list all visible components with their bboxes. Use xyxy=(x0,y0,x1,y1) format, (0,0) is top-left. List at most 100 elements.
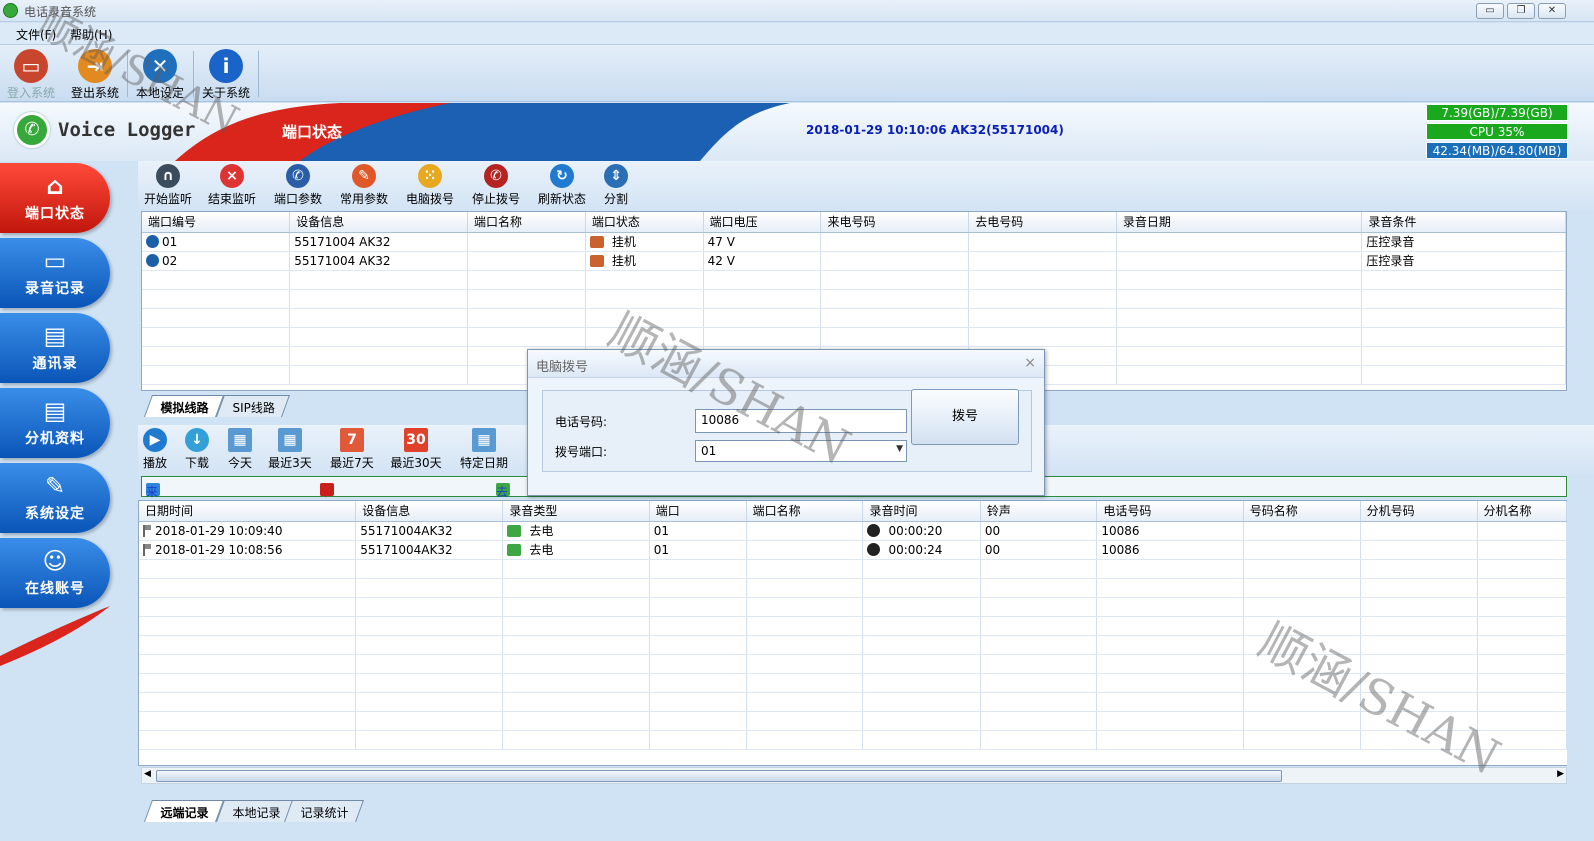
split-button[interactable]: ⇕ 分割 xyxy=(596,163,636,209)
logout-icon: ⇥ xyxy=(78,49,112,83)
nav-recordings[interactable]: ▭ 录音记录 xyxy=(0,238,110,308)
calendar-30-icon: 30 xyxy=(404,428,428,452)
start-monitor-button[interactable]: ∩ 开始监听 xyxy=(140,163,196,209)
door-icon: ⌂ xyxy=(46,172,64,200)
col-extension-number[interactable]: 分机号码 xyxy=(1360,501,1478,522)
port-status-cell: 挂机 xyxy=(585,251,704,271)
banner-title: 端口状态 xyxy=(282,123,343,141)
col-port-number[interactable]: 端口编号 xyxy=(142,212,291,233)
col-extension-name[interactable]: 分机名称 xyxy=(1477,501,1567,522)
col-port-name[interactable]: 端口名称 xyxy=(467,212,586,233)
info-icon: i xyxy=(209,49,243,83)
nav-contacts[interactable]: ▤ 通讯录 xyxy=(0,313,110,383)
main-toolbar: ▭ 登入系统 ⇥ 登出系统 ✕ 本地设定 i 关于系统 xyxy=(0,44,1594,102)
dial-port-label: 拨号端口: xyxy=(555,445,608,459)
record-condition: 压控录音 xyxy=(1361,232,1566,252)
col-record-type[interactable]: 录音类型 xyxy=(502,501,650,522)
col-outgoing-number[interactable]: 去电号码 xyxy=(968,212,1117,233)
scroll-left-arrow-icon[interactable]: ◀ xyxy=(144,769,151,779)
local-settings-button[interactable]: ✕ 本地设定 xyxy=(129,47,191,101)
stop-dial-button[interactable]: ✆ 停止拨号 xyxy=(468,163,524,209)
extension-number xyxy=(1360,521,1478,541)
datetime: 2018-01-29 10:09:40 xyxy=(155,523,283,538)
nav-port-status[interactable]: ⌂ 端口状态 xyxy=(0,163,110,233)
table-row[interactable]: 2018-01-29 10:09:40 55171004AK32 去电 01 0… xyxy=(139,521,1567,541)
device-info: 55171004AK32 xyxy=(355,540,504,560)
flag-icon xyxy=(143,543,151,556)
restore-button[interactable]: ❐ xyxy=(1507,3,1535,19)
play-button[interactable]: ▶ 播放 xyxy=(140,427,170,473)
nav-online-accounts[interactable]: ☺ 在线账号 xyxy=(0,538,110,608)
last-3-days-button[interactable]: ▦ 最近3天 xyxy=(266,427,314,473)
tab-analog-line[interactable]: 模拟线路 xyxy=(143,395,225,417)
number-name xyxy=(1243,540,1361,560)
record-condition: 压控录音 xyxy=(1361,251,1566,271)
col-datetime[interactable]: 日期时间 xyxy=(139,501,357,522)
port-name xyxy=(746,540,864,560)
nav-extensions[interactable]: ▤ 分机资料 xyxy=(0,388,110,458)
calendar-7-icon: 7 xyxy=(340,428,364,452)
refresh-icon: ↻ xyxy=(550,164,574,188)
last-7-days-button[interactable]: 7 最近7天 xyxy=(328,427,376,473)
phone-number: 10086 xyxy=(1096,521,1244,541)
left-nav: ⌂ 端口状态 ▭ 录音记录 ▤ 通讯录 ▤ 分机资料 ✎ 系统设定 ☺ 在线账号 xyxy=(0,161,138,841)
col-device-info[interactable]: 设备信息 xyxy=(289,212,469,233)
col-device-info[interactable]: 设备信息 xyxy=(355,501,504,522)
col-phone-number[interactable]: 电话号码 xyxy=(1096,501,1244,522)
refresh-status-button[interactable]: ↻ 刷新状态 xyxy=(534,163,590,209)
banner-status: 2018-01-29 10:10:06 AK32(55171004) xyxy=(806,123,1064,137)
dialog-close-icon[interactable]: × xyxy=(1024,355,1036,371)
tab-remote-records[interactable]: 远端记录 xyxy=(143,800,225,822)
menu-help[interactable]: 帮助(H) xyxy=(70,26,112,43)
record-table: 日期时间 设备信息 录音类型 端口 端口名称 录音时间 铃声 电话号码 号码名称… xyxy=(138,500,1567,766)
col-record-condition[interactable]: 录音条件 xyxy=(1361,212,1566,233)
port-params-button[interactable]: ✆ 端口参数 xyxy=(270,163,326,209)
horizontal-scrollbar[interactable]: ◀ ▶ xyxy=(141,767,1567,784)
pc-dial-button[interactable]: ⁙ 电脑拨号 xyxy=(402,163,458,209)
phone-number-input[interactable]: 10086 xyxy=(695,409,907,433)
chevron-down-icon: ▼ xyxy=(896,444,903,454)
login-button[interactable]: ▭ 登入系统 xyxy=(0,47,62,101)
stop-monitor-label: 结束监听 xyxy=(207,192,256,206)
download-button[interactable]: ↓ 下载 xyxy=(180,427,214,473)
menu-file[interactable]: 文件(F) xyxy=(16,26,56,43)
nav-system-settings[interactable]: ✎ 系统设定 xyxy=(0,463,110,533)
col-port-voltage[interactable]: 端口电压 xyxy=(703,212,822,233)
tab-label: 本地记录 xyxy=(232,806,281,820)
col-record-duration[interactable]: 录音时间 xyxy=(862,501,981,522)
col-port-name[interactable]: 端口名称 xyxy=(746,501,864,522)
duration-cell: 00:00:20 xyxy=(862,521,981,541)
specific-date-label: 特定日期 xyxy=(459,456,508,470)
record-date xyxy=(1116,232,1363,252)
about-button[interactable]: i 关于系统 xyxy=(195,47,257,101)
table-row xyxy=(139,654,1567,674)
table-row[interactable]: 2018-01-29 10:08:56 55171004AK32 去电 01 0… xyxy=(139,540,1567,560)
col-incoming-number[interactable]: 来电号码 xyxy=(820,212,970,233)
today-button[interactable]: ▦ 今天 xyxy=(224,427,256,473)
scroll-right-arrow-icon[interactable]: ▶ xyxy=(1557,769,1564,779)
minimize-button[interactable]: ▭ xyxy=(1476,3,1504,19)
col-number-name[interactable]: 号码名称 xyxy=(1243,501,1361,522)
local-settings-label: 本地设定 xyxy=(135,86,184,100)
scrollbar-thumb[interactable] xyxy=(156,770,1282,782)
table-row[interactable]: 01 55171004 AK32 挂机 47 V 压控录音 xyxy=(142,232,1566,252)
table-row[interactable]: 02 55171004 AK32 挂机 42 V 压控录音 xyxy=(142,251,1566,271)
col-record-date[interactable]: 录音日期 xyxy=(1116,212,1363,233)
dial-button[interactable]: 拨号 xyxy=(911,389,1019,445)
port-status-cell: 挂机 xyxy=(585,232,704,252)
record-tabs: 远端记录 本地记录 记录统计 xyxy=(143,800,448,824)
col-ring[interactable]: 铃声 xyxy=(980,501,1098,522)
last-30-days-button[interactable]: 30 最近30天 xyxy=(388,427,444,473)
col-port-status[interactable]: 端口状态 xyxy=(585,212,704,233)
col-port[interactable]: 端口 xyxy=(649,501,747,522)
tab-sip-line[interactable]: SIP线路 xyxy=(215,395,291,417)
close-button[interactable]: ✕ xyxy=(1538,3,1566,19)
specific-date-button[interactable]: ▦ 特定日期 xyxy=(456,427,512,473)
logout-button[interactable]: ⇥ 登出系统 xyxy=(64,47,126,101)
last-7-days-label: 最近7天 xyxy=(330,456,374,470)
dial-port-select[interactable]: 01 ▼ xyxy=(695,440,907,462)
port-name xyxy=(467,251,586,271)
stop-monitor-button[interactable]: × 结束监听 xyxy=(204,163,260,209)
tab-record-statistics[interactable]: 记录统计 xyxy=(283,800,365,822)
common-params-button[interactable]: ✎ 常用参数 xyxy=(336,163,392,209)
